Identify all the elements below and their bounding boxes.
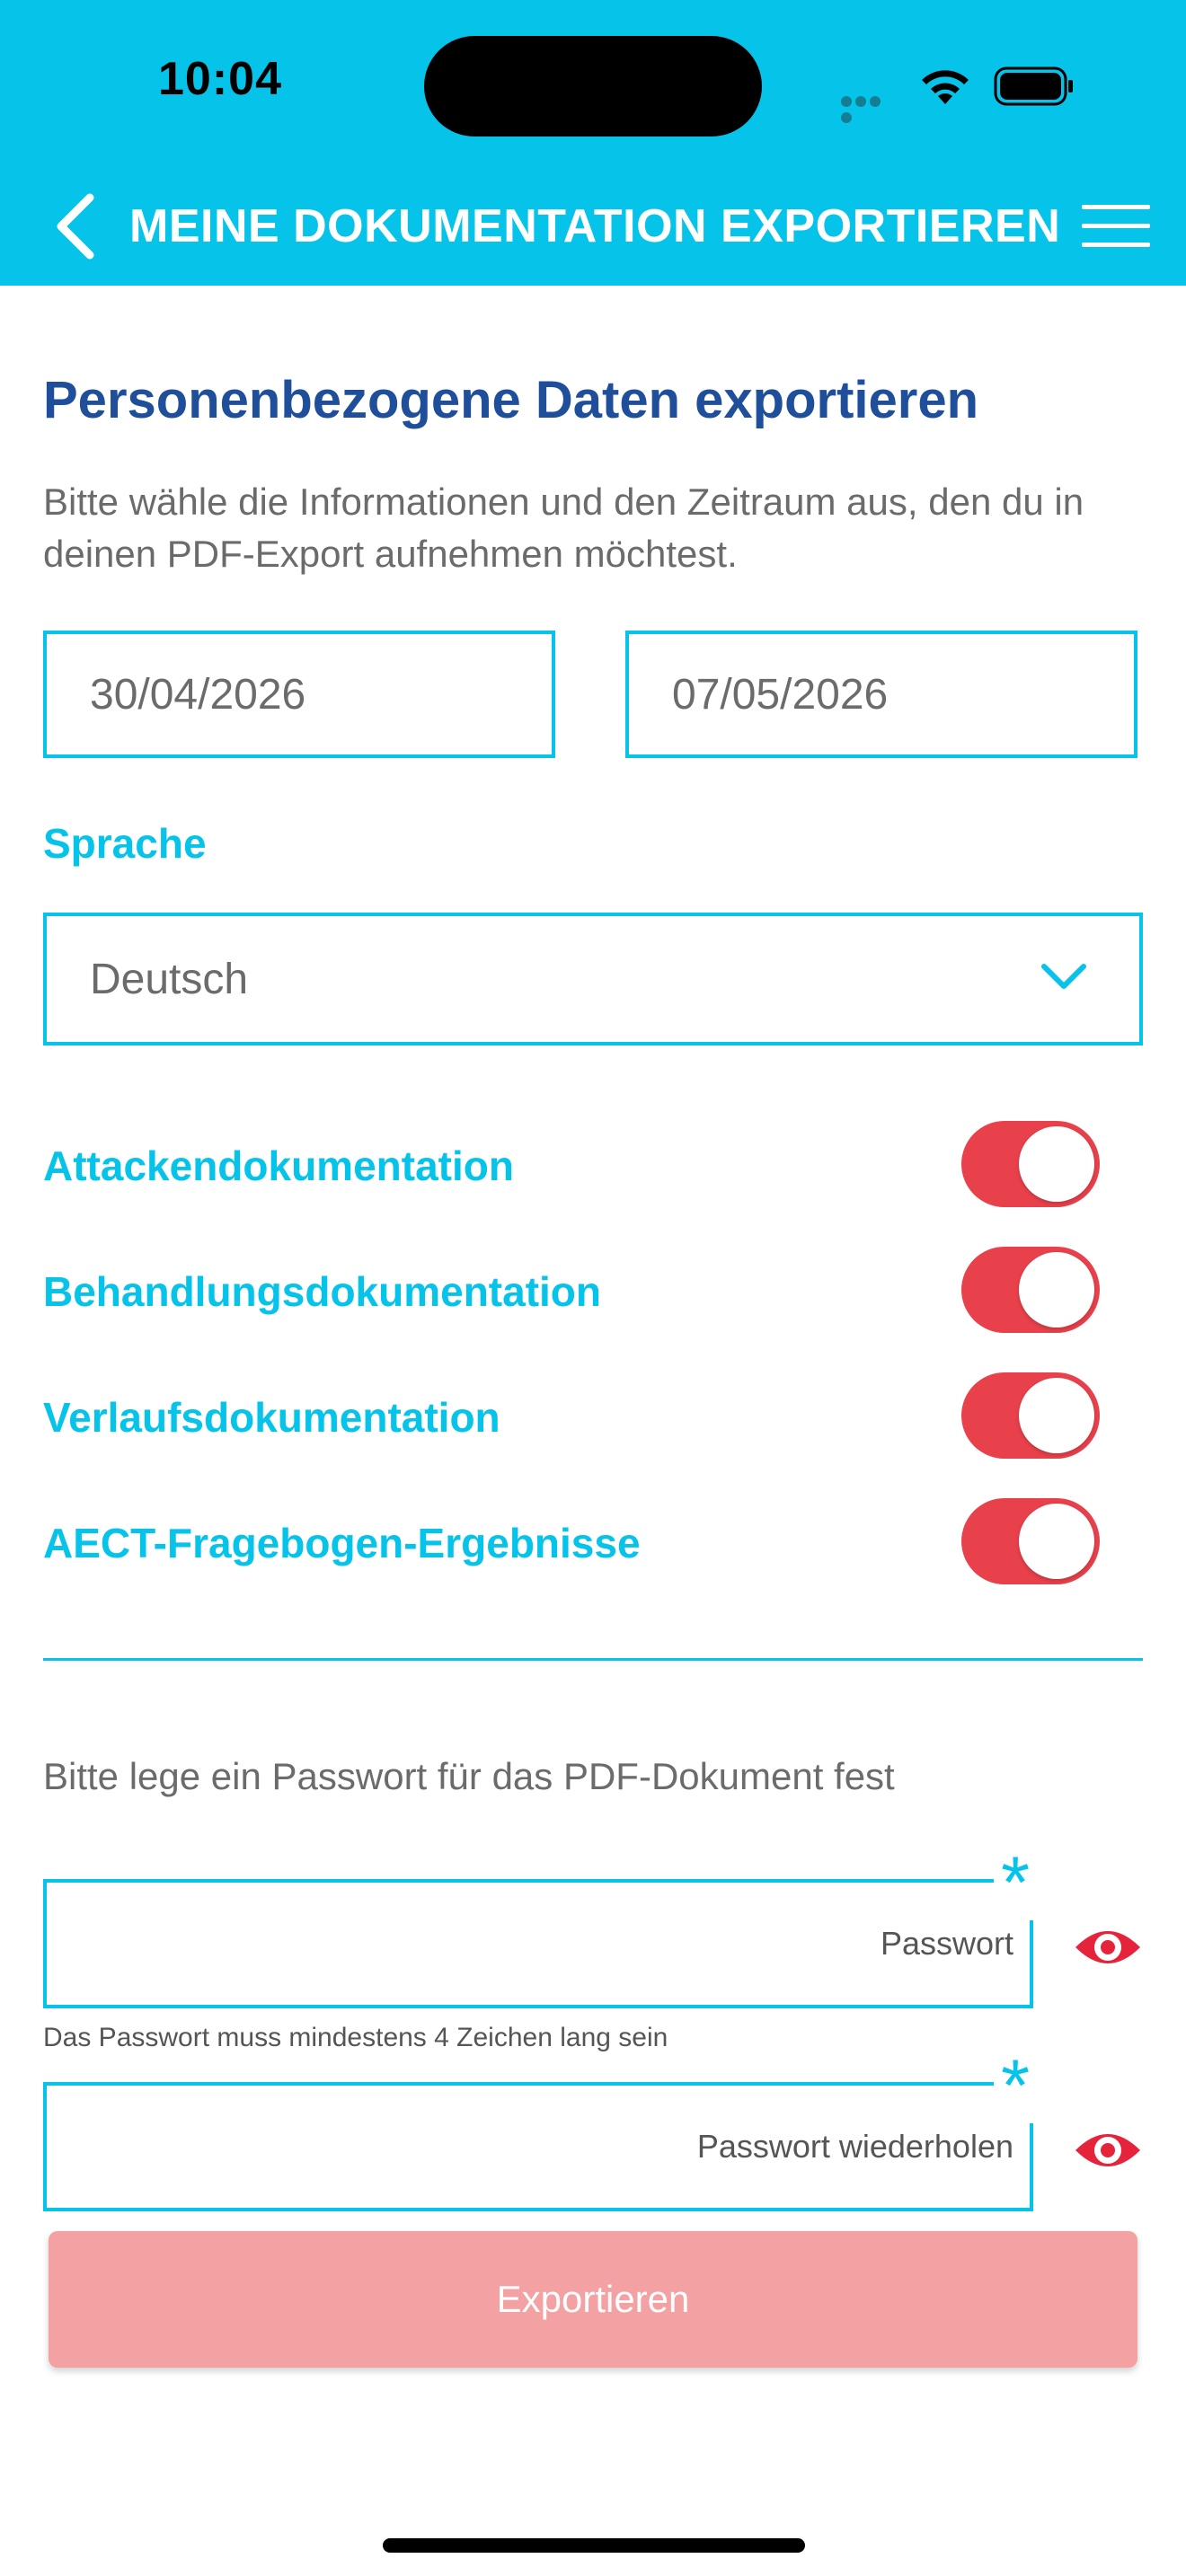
progress-documentation-toggle[interactable] [961, 1372, 1100, 1459]
toggle-knob [1019, 1504, 1094, 1579]
aect-results-toggle[interactable] [961, 1498, 1100, 1584]
export-button[interactable]: Exportieren [49, 2231, 1137, 2368]
toggle-knob [1019, 1252, 1094, 1328]
date-from-field[interactable]: 30/04/2026 [43, 631, 555, 758]
page-title: MEINE DOKUMENTATION EXPORTIEREN [129, 200, 1061, 252]
toggle-row-treatment: Behandlungsdokumentation [43, 1247, 1103, 1337]
home-indicator [383, 2538, 805, 2553]
toggle-label: Verlaufsdokumentation [43, 1394, 500, 1441]
password-input[interactable] [47, 1883, 1030, 2005]
toggle-label: AECT-Fragebogen-Ergebnisse [43, 1520, 641, 1566]
toggle-row-aect: AECT-Fragebogen-Ergebnisse [43, 1498, 1103, 1588]
divider [43, 1658, 1143, 1661]
treatment-documentation-toggle[interactable] [961, 1247, 1100, 1333]
chevron-down-icon [1041, 964, 1086, 989]
date-to-field[interactable]: 07/05/2026 [625, 631, 1137, 758]
toggle-row-attack: Attackendokumentation [43, 1121, 1103, 1211]
dynamic-island [424, 36, 762, 137]
toggle-label: Behandlungsdokumentation [43, 1268, 601, 1315]
language-select[interactable]: Deutsch [43, 913, 1143, 1045]
toggle-knob [1019, 1378, 1094, 1453]
toggle-label: Attackendokumentation [43, 1142, 514, 1189]
section-description: Bitte wähle die Informationen und den Ze… [43, 481, 1084, 575]
chevron-left-icon[interactable] [50, 190, 101, 262]
password-repeat-field[interactable]: * [43, 2050, 1037, 2211]
password-field[interactable]: * [43, 1847, 1037, 2008]
password-repeat-input[interactable] [47, 2086, 1030, 2208]
required-marker: * [994, 2050, 1037, 2123]
language-label: Sprache [43, 820, 207, 867]
date-to-value: 07/05/2026 [672, 670, 889, 719]
status-time: 10:04 [158, 53, 282, 105]
signal-icon [841, 95, 897, 123]
required-marker: * [994, 1847, 1037, 1920]
password-instruction: Bitte lege ein Passwort für das PDF-Doku… [43, 1755, 895, 1797]
toggle-knob [1019, 1126, 1094, 1202]
date-from-value: 30/04/2026 [90, 670, 306, 719]
hamburger-menu-icon[interactable] [1082, 203, 1150, 250]
toggle-row-progress: Verlaufsdokumentation [43, 1372, 1103, 1462]
password-hint: Das Passwort muss mindestens 4 Zeichen l… [43, 2023, 668, 2052]
section-title: Personenbezogene Daten exportieren [43, 371, 979, 429]
attack-documentation-toggle[interactable] [961, 1121, 1100, 1207]
eye-icon[interactable] [1073, 1922, 1143, 1972]
wifi-icon [922, 70, 969, 104]
language-selected-value: Deutsch [90, 955, 249, 1003]
eye-icon[interactable] [1073, 2125, 1143, 2175]
app-header: 10:04 MEINE DOKUMENTATION EXPORTIEREN [0, 0, 1186, 286]
battery-icon [994, 66, 1073, 106]
